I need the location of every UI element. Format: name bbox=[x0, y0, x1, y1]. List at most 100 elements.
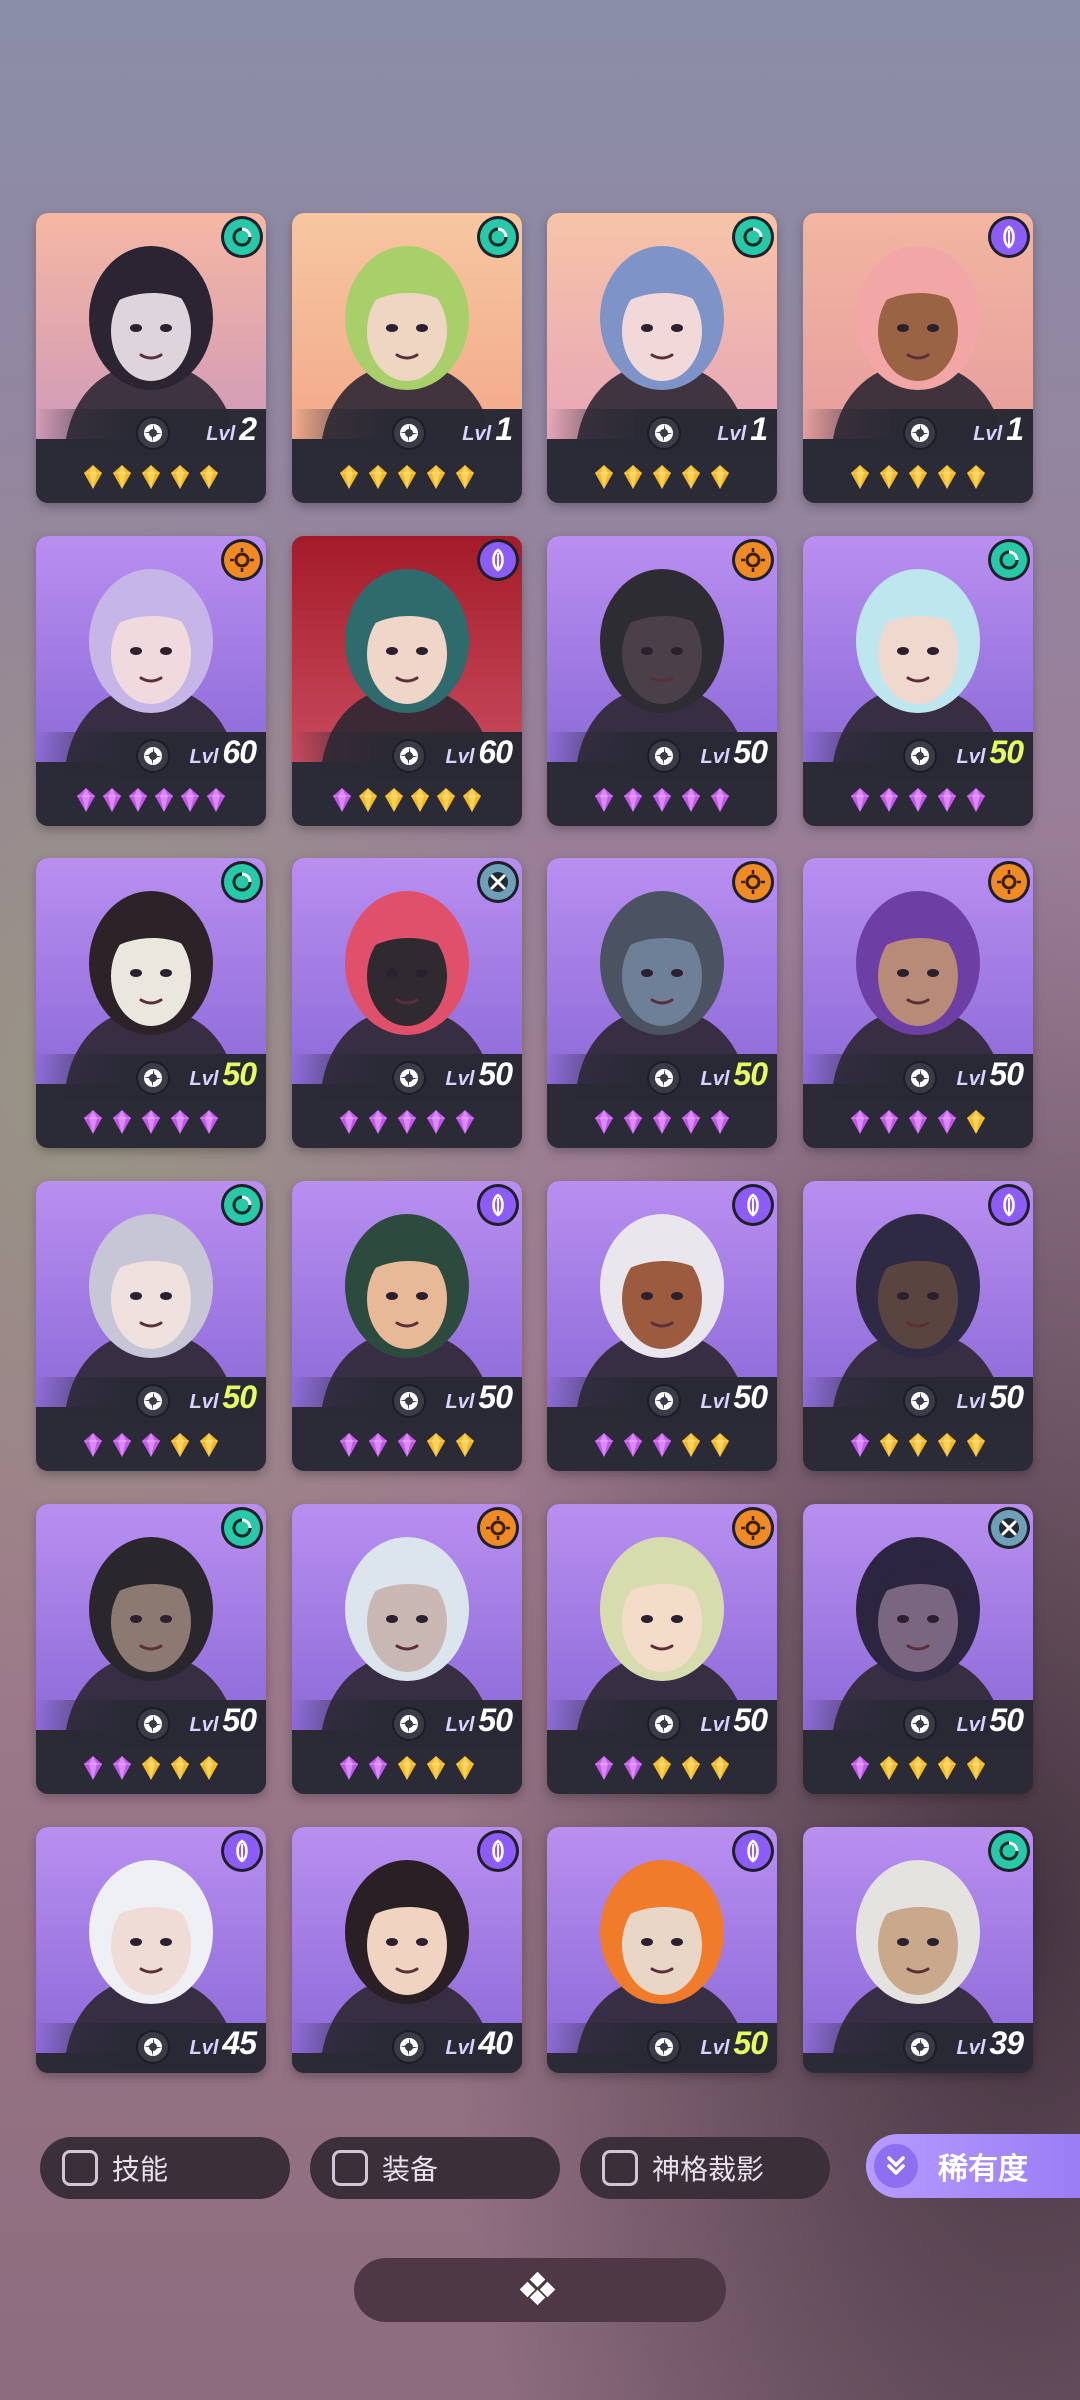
rarity-gems bbox=[36, 1748, 266, 1788]
gem-gold-icon bbox=[426, 1432, 446, 1458]
hero-card[interactable]: Lvl 2 bbox=[36, 213, 266, 503]
hero-card[interactable]: Lvl 50 bbox=[292, 1181, 522, 1471]
hero-card[interactable]: Lvl 50 bbox=[547, 1827, 777, 2073]
gem-purple-icon bbox=[339, 1109, 359, 1135]
hero-level: Lvl 50 bbox=[957, 1702, 1024, 1742]
rarity-gems bbox=[36, 457, 266, 497]
gem-gold-icon bbox=[681, 1432, 701, 1458]
hero-card[interactable]: Lvl 50 bbox=[803, 1504, 1033, 1794]
gem-purple-icon bbox=[141, 1432, 161, 1458]
hero-level: Lvl 45 bbox=[190, 2025, 257, 2065]
gem-gold-icon bbox=[199, 1755, 219, 1781]
element-purple-icon bbox=[480, 1187, 516, 1223]
level-prefix: Lvl bbox=[700, 746, 730, 768]
hero-card[interactable]: Lvl 60 bbox=[36, 536, 266, 826]
rarity-gems bbox=[547, 1425, 777, 1465]
gem-purple-icon bbox=[594, 1432, 614, 1458]
hero-card[interactable]: Lvl 39 bbox=[803, 1827, 1033, 2073]
equipment-checkbox[interactable] bbox=[332, 2150, 368, 2186]
level-number: 60 bbox=[222, 734, 257, 770]
gem-gold-icon bbox=[426, 464, 446, 490]
weapon-slot-icon bbox=[392, 1384, 426, 1418]
gem-gold-icon bbox=[966, 1755, 986, 1781]
level-prefix: Lvl bbox=[956, 746, 986, 768]
hero-card[interactable]: Lvl 50 bbox=[547, 536, 777, 826]
gem-purple-icon bbox=[908, 787, 928, 813]
filter-divine[interactable]: 神格裁影 bbox=[580, 2137, 830, 2199]
gem-purple-icon bbox=[83, 1432, 103, 1458]
gem-gold-icon bbox=[594, 464, 614, 490]
rarity-sort-button[interactable]: 稀有度 bbox=[866, 2134, 1080, 2198]
level-number: 50 bbox=[222, 1379, 257, 1415]
gem-purple-icon bbox=[879, 1109, 899, 1135]
gem-gold-icon bbox=[358, 787, 378, 813]
gem-gold-icon bbox=[966, 1109, 986, 1135]
filter-skills[interactable]: 技能 bbox=[40, 2137, 290, 2199]
hero-card[interactable]: Lvl 1 bbox=[547, 213, 777, 503]
level-prefix: Lvl bbox=[189, 1714, 219, 1736]
weapon-slot-icon bbox=[392, 1061, 426, 1095]
rarity-gems bbox=[803, 1748, 1033, 1788]
rarity-gems bbox=[547, 1748, 777, 1788]
gem-purple-icon bbox=[112, 1109, 132, 1135]
gem-gold-icon bbox=[937, 1755, 957, 1781]
gem-gold-icon bbox=[199, 1432, 219, 1458]
hero-card[interactable]: Lvl 50 bbox=[292, 858, 522, 1148]
gem-gold-icon bbox=[436, 787, 456, 813]
level-number: 50 bbox=[989, 1056, 1024, 1092]
hero-card[interactable]: Lvl 50 bbox=[36, 1181, 266, 1471]
element-purple-icon bbox=[991, 1187, 1027, 1223]
level-number: 50 bbox=[733, 1702, 768, 1738]
element-purple-icon bbox=[735, 1187, 771, 1223]
collapse-handle[interactable] bbox=[354, 2258, 726, 2322]
gem-purple-icon bbox=[908, 1109, 928, 1135]
hero-card[interactable]: Lvl 60 bbox=[292, 536, 522, 826]
hero-card[interactable]: Lvl 50 bbox=[292, 1504, 522, 1794]
gem-purple-icon bbox=[368, 1109, 388, 1135]
hero-level: Lvl 1 bbox=[717, 411, 768, 451]
hero-card[interactable]: Lvl 1 bbox=[292, 213, 522, 503]
gem-purple-icon bbox=[397, 1432, 417, 1458]
gem-gold-icon bbox=[199, 464, 219, 490]
hero-card[interactable]: Lvl 50 bbox=[36, 1504, 266, 1794]
level-prefix: Lvl bbox=[956, 1714, 986, 1736]
gem-purple-icon bbox=[112, 1755, 132, 1781]
element-slate-icon bbox=[480, 864, 516, 900]
divine-checkbox[interactable] bbox=[602, 2150, 638, 2186]
skills-checkbox[interactable] bbox=[62, 2150, 98, 2186]
gem-gold-icon bbox=[710, 1755, 730, 1781]
level-number: 50 bbox=[989, 734, 1024, 770]
hero-level: Lvl 60 bbox=[446, 734, 513, 774]
element-slate-icon bbox=[991, 1510, 1027, 1546]
filter-equipment[interactable]: 装备 bbox=[310, 2137, 560, 2199]
hero-card[interactable]: Lvl 50 bbox=[803, 1181, 1033, 1471]
hero-card[interactable]: Lvl 50 bbox=[803, 858, 1033, 1148]
weapon-slot-icon bbox=[647, 739, 681, 773]
level-prefix: Lvl bbox=[717, 423, 747, 445]
hero-card[interactable]: Lvl 50 bbox=[547, 858, 777, 1148]
level-number: 50 bbox=[733, 734, 768, 770]
hero-card[interactable]: Lvl 50 bbox=[803, 536, 1033, 826]
hero-card[interactable]: Lvl 45 bbox=[36, 1827, 266, 2073]
weapon-slot-icon bbox=[903, 739, 937, 773]
level-number: 50 bbox=[478, 1702, 513, 1738]
hero-level: Lvl 50 bbox=[701, 1056, 768, 1096]
element-orange-icon bbox=[735, 542, 771, 578]
weapon-slot-icon bbox=[647, 2030, 681, 2064]
hero-card[interactable]: Lvl 1 bbox=[803, 213, 1033, 503]
hero-level: Lvl 50 bbox=[957, 1056, 1024, 1096]
hero-card[interactable]: Lvl 50 bbox=[547, 1181, 777, 1471]
hero-card[interactable]: Lvl 40 bbox=[292, 1827, 522, 2073]
divine-label: 神格裁影 bbox=[652, 2154, 765, 2185]
gem-purple-icon bbox=[681, 1109, 701, 1135]
gem-gold-icon bbox=[384, 787, 404, 813]
level-prefix: Lvl bbox=[462, 423, 492, 445]
level-prefix: Lvl bbox=[189, 746, 219, 768]
hero-card[interactable]: Lvl 50 bbox=[36, 858, 266, 1148]
gem-gold-icon bbox=[397, 464, 417, 490]
gem-gold-icon bbox=[652, 1755, 672, 1781]
hero-card[interactable]: Lvl 50 bbox=[547, 1504, 777, 1794]
gem-purple-icon bbox=[199, 1109, 219, 1135]
gem-purple-icon bbox=[397, 1109, 417, 1135]
level-prefix: Lvl bbox=[956, 2037, 986, 2059]
